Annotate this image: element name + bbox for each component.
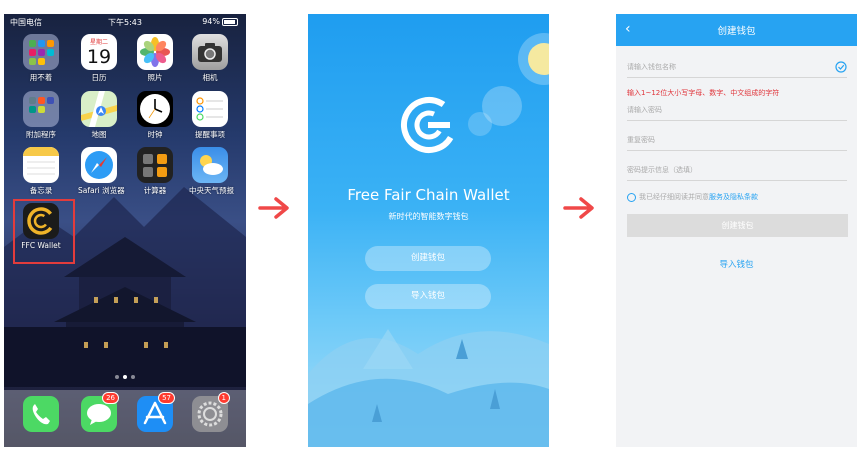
- app-safari[interactable]: Safari 浏览器: [78, 147, 125, 201]
- repeat-password-field[interactable]: 重复密码: [627, 130, 847, 151]
- import-wallet-link[interactable]: 导入钱包: [616, 258, 857, 270]
- calendar-day: 19: [86, 46, 112, 68]
- phone-icon: [23, 396, 59, 432]
- wallet-name-field[interactable]: 请输入钱包名称: [627, 57, 847, 78]
- messages-icon: 26: [81, 392, 119, 432]
- safari-icon: [81, 147, 117, 183]
- app-label: 提醒事项: [195, 130, 225, 139]
- app-photos[interactable]: 照片: [134, 34, 176, 88]
- weather-icon: [192, 147, 228, 183]
- check-circle-icon: [835, 61, 847, 73]
- app-label: 照片: [147, 73, 163, 82]
- app-maps[interactable]: 地图: [78, 91, 120, 145]
- radio-circle-icon[interactable]: [627, 192, 636, 202]
- splash-background: [308, 33, 549, 447]
- app-label: 日历: [91, 73, 107, 82]
- app-reminders[interactable]: 提醒事项: [189, 91, 231, 145]
- app-folder-extras[interactable]: 附加程序: [20, 91, 62, 145]
- nav-bar: ‹ 创建钱包: [616, 14, 857, 46]
- password-field[interactable]: 请输入密码: [627, 100, 847, 121]
- battery-icon: [222, 17, 238, 26]
- dock-settings[interactable]: 1: [189, 392, 231, 447]
- page-dots: [4, 364, 246, 383]
- app-label: Safari 浏览器: [78, 186, 125, 195]
- ios-home-screen: 中国电信 下午5:43 94% 用不着 星期二 19 日历 照片 相机 附加程序: [4, 14, 246, 447]
- reminders-icon: [192, 91, 228, 127]
- import-wallet-button[interactable]: 导入钱包: [365, 284, 491, 309]
- battery-status: 94%: [202, 17, 238, 26]
- page-title: 创建钱包: [717, 26, 756, 37]
- dock-messages[interactable]: 26: [78, 392, 120, 447]
- folder-icon: [23, 34, 59, 70]
- wallet-splash-screen: Free Fair Chain Wallet 新时代的智能数字钱包 创建钱包 导…: [308, 14, 549, 447]
- badge-count: 57: [158, 392, 175, 404]
- app-label: 相机: [202, 73, 218, 82]
- app-label: 时钟: [147, 130, 163, 139]
- calendar-icon: 星期二 19: [81, 34, 117, 70]
- app-label: 附加程序: [26, 130, 56, 139]
- splash-title: Free Fair Chain Wallet: [347, 186, 510, 204]
- badge-count: 1: [217, 392, 230, 404]
- app-label: 地图: [91, 130, 107, 139]
- dock-app-store[interactable]: 57: [134, 392, 176, 447]
- create-wallet-button[interactable]: 创建钱包: [365, 246, 491, 271]
- app-clock[interactable]: 时钟: [134, 91, 176, 145]
- gear-icon: 1: [192, 392, 230, 432]
- calendar-weekday: 星期二: [89, 39, 108, 46]
- app-label: 中央天气预报: [189, 186, 234, 195]
- app-store-icon: 57: [137, 392, 175, 432]
- highlight-box: [13, 199, 75, 264]
- app-calendar[interactable]: 星期二 19 日历: [78, 34, 120, 88]
- password-hint-field[interactable]: 密码提示信息（选填）: [627, 160, 847, 181]
- terms-link[interactable]: 服务及隐私条款: [709, 193, 758, 201]
- terms-agreement[interactable]: 我已经仔细阅读并同意服务及隐私条款: [627, 192, 758, 202]
- calculator-icon: [137, 147, 173, 183]
- splash-subtitle: 新时代的智能数字钱包: [388, 212, 469, 221]
- dock: 26 57 1: [4, 390, 246, 447]
- arrow-right-icon: [563, 197, 594, 219]
- maps-icon: [81, 91, 117, 127]
- wallet-name-placeholder: 请输入钱包名称: [627, 63, 676, 71]
- app-camera[interactable]: 相机: [189, 34, 231, 88]
- status-bar: 中国电信 下午5:43 94%: [4, 14, 246, 30]
- ffc-logo-icon: [401, 97, 457, 153]
- photos-icon: [137, 34, 173, 70]
- app-label: 备忘录: [29, 186, 53, 195]
- app-calculator[interactable]: 计算器: [134, 147, 176, 201]
- notes-icon: [23, 147, 59, 183]
- dock-phone[interactable]: [20, 396, 62, 447]
- app-notes[interactable]: 备忘录: [20, 147, 62, 201]
- arrow-right-icon: [258, 197, 289, 219]
- clock-icon: [137, 91, 173, 127]
- camera-icon: [192, 34, 228, 70]
- badge-count: 26: [102, 392, 119, 404]
- folder-icon: [23, 91, 59, 127]
- app-label: 用不着: [29, 73, 53, 82]
- create-wallet-submit-button[interactable]: 创建钱包: [627, 214, 848, 237]
- app-folder-unused[interactable]: 用不着: [20, 34, 62, 88]
- app-weather[interactable]: 中央天气预报: [189, 147, 234, 201]
- create-wallet-screen: ‹ 创建钱包 请输入钱包名称 输入1~12位大小写字母、数字、中文组成的字符 请…: [616, 14, 857, 447]
- wallet-name-hint: 输入1~12位大小写字母、数字、中文组成的字符: [627, 89, 780, 97]
- app-label: 计算器: [143, 186, 167, 195]
